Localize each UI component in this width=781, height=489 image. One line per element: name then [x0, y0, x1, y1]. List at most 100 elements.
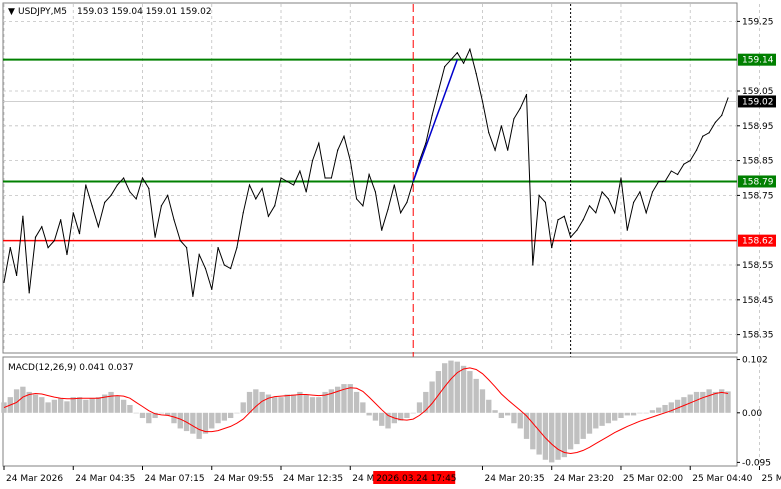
- macd-bar-45: [284, 394, 290, 413]
- macd-bar-84: [530, 412, 536, 450]
- price-point-13: [85, 184, 87, 186]
- macd-bar-82: [517, 412, 523, 429]
- price-point-70: [444, 66, 446, 68]
- macd-bar-50: [316, 397, 322, 413]
- price-point-56: [355, 198, 358, 200]
- price-point-4: [28, 292, 30, 294]
- price-point-29: [185, 247, 188, 249]
- macd-bar-113: [712, 391, 719, 413]
- header-symbol: USDJPY,M5: [18, 7, 67, 17]
- macd-bar-83: [523, 412, 530, 439]
- price-point-2: [15, 274, 18, 277]
- price-point-47: [299, 170, 301, 172]
- macd-bar-20: [127, 404, 133, 413]
- price-point-111: [702, 135, 704, 137]
- price-point-96: [607, 198, 609, 200]
- macd-bar-48: [303, 394, 309, 413]
- price-point-35: [223, 264, 225, 266]
- macd-bar-9: [57, 398, 64, 413]
- price-point-59: [374, 191, 377, 193]
- macd-bar-33: [209, 412, 215, 429]
- price-point-97: [614, 212, 616, 214]
- price-point-64: [406, 201, 408, 203]
- price-point-58: [368, 173, 370, 176]
- macd-bar-99: [624, 412, 630, 416]
- price-point-87: [551, 247, 553, 249]
- price-point-45: [286, 180, 288, 183]
- macd-bar-19: [120, 399, 127, 413]
- macd-bar-81: [511, 412, 517, 424]
- macd-bar-59: [372, 412, 379, 421]
- macd-bar-91: [574, 412, 580, 445]
- price-point-88: [557, 219, 559, 221]
- macd-bar-96: [605, 412, 612, 424]
- price-point-107: [677, 173, 679, 176]
- macd-bar-40: [253, 389, 259, 413]
- macd-bar-105: [662, 404, 668, 413]
- macd-bar-36: [227, 412, 234, 419]
- time-tick-label-10: 25 Mar 07:20: [761, 474, 781, 484]
- price-tick-label-2: 158.95: [742, 122, 774, 132]
- price-point-62: [393, 184, 395, 186]
- price-point-85: [538, 194, 540, 196]
- time-tick-label-3: 24 Mar 09:55: [214, 474, 274, 484]
- price-point-80: [507, 149, 509, 151]
- price-point-113: [714, 121, 717, 123]
- macd-bar-31: [196, 412, 202, 439]
- price-point-114: [721, 114, 723, 116]
- macd-bar-12: [76, 397, 83, 413]
- price-point-7: [47, 247, 49, 249]
- macd-bar-97: [612, 412, 618, 421]
- price-point-100: [632, 201, 635, 203]
- macd-bar-60: [379, 412, 385, 426]
- macd-bar-35: [221, 412, 228, 421]
- macd-bar-74: [467, 371, 473, 413]
- macd-bar-17: [108, 391, 114, 413]
- macd-bar-73: [460, 365, 467, 413]
- price-point-21: [135, 198, 137, 200]
- macd-bar-92: [580, 412, 586, 439]
- price-point-82: [519, 107, 521, 109]
- price-tick-label-7: 158.35: [742, 331, 774, 341]
- price-point-93: [588, 205, 591, 207]
- price-point-72: [456, 52, 458, 54]
- macd-bar-104: [656, 407, 662, 413]
- macd-bar-38: [240, 402, 246, 413]
- price-point-71: [450, 59, 452, 61]
- macd-bar-101: [637, 412, 643, 414]
- macd-bar-75: [473, 378, 479, 413]
- price-point-91: [576, 229, 578, 231]
- price-point-28: [179, 240, 181, 242]
- level-tag-label-support-lower: 158.62: [742, 237, 774, 247]
- price-point-86: [544, 201, 547, 203]
- macd-tick-label-1: 0.00: [742, 409, 762, 419]
- price-point-105: [664, 180, 666, 183]
- price-point-37: [236, 247, 238, 249]
- price-point-95: [601, 191, 603, 193]
- price-point-33: [211, 288, 213, 290]
- chart-header: ▼ USDJPY,M5 159.03 159.04 159.01 159.02: [8, 7, 212, 17]
- price-point-74: [469, 48, 471, 50]
- price-tick-label-3: 158.85: [742, 157, 774, 167]
- macd-bar-57: [360, 402, 366, 413]
- time-tick-label-9: 25 Mar 04:40: [692, 474, 752, 484]
- time-tick-label-4: 24 Mar 12:35: [283, 474, 343, 484]
- macd-bar-25: [158, 412, 165, 414]
- price-tick-label-5: 158.55: [742, 261, 774, 271]
- price-point-109: [689, 160, 691, 162]
- price-point-12: [78, 233, 81, 235]
- macd-bar-3: [20, 386, 26, 413]
- price-point-14: [91, 205, 93, 207]
- price-point-9: [60, 219, 62, 221]
- macd-bar-34: [215, 412, 221, 424]
- price-point-90: [570, 236, 572, 238]
- macd-bar-112: [706, 389, 712, 413]
- price-point-1: [9, 247, 11, 249]
- price-point-8: [53, 240, 55, 242]
- macd-bar-107: [674, 399, 681, 413]
- price-point-76: [481, 100, 484, 103]
- price-point-102: [645, 212, 647, 214]
- macd-bar-98: [618, 412, 624, 419]
- price-tick-label-0: 159.25: [742, 17, 774, 27]
- price-tick-label-4: 158.75: [742, 191, 774, 201]
